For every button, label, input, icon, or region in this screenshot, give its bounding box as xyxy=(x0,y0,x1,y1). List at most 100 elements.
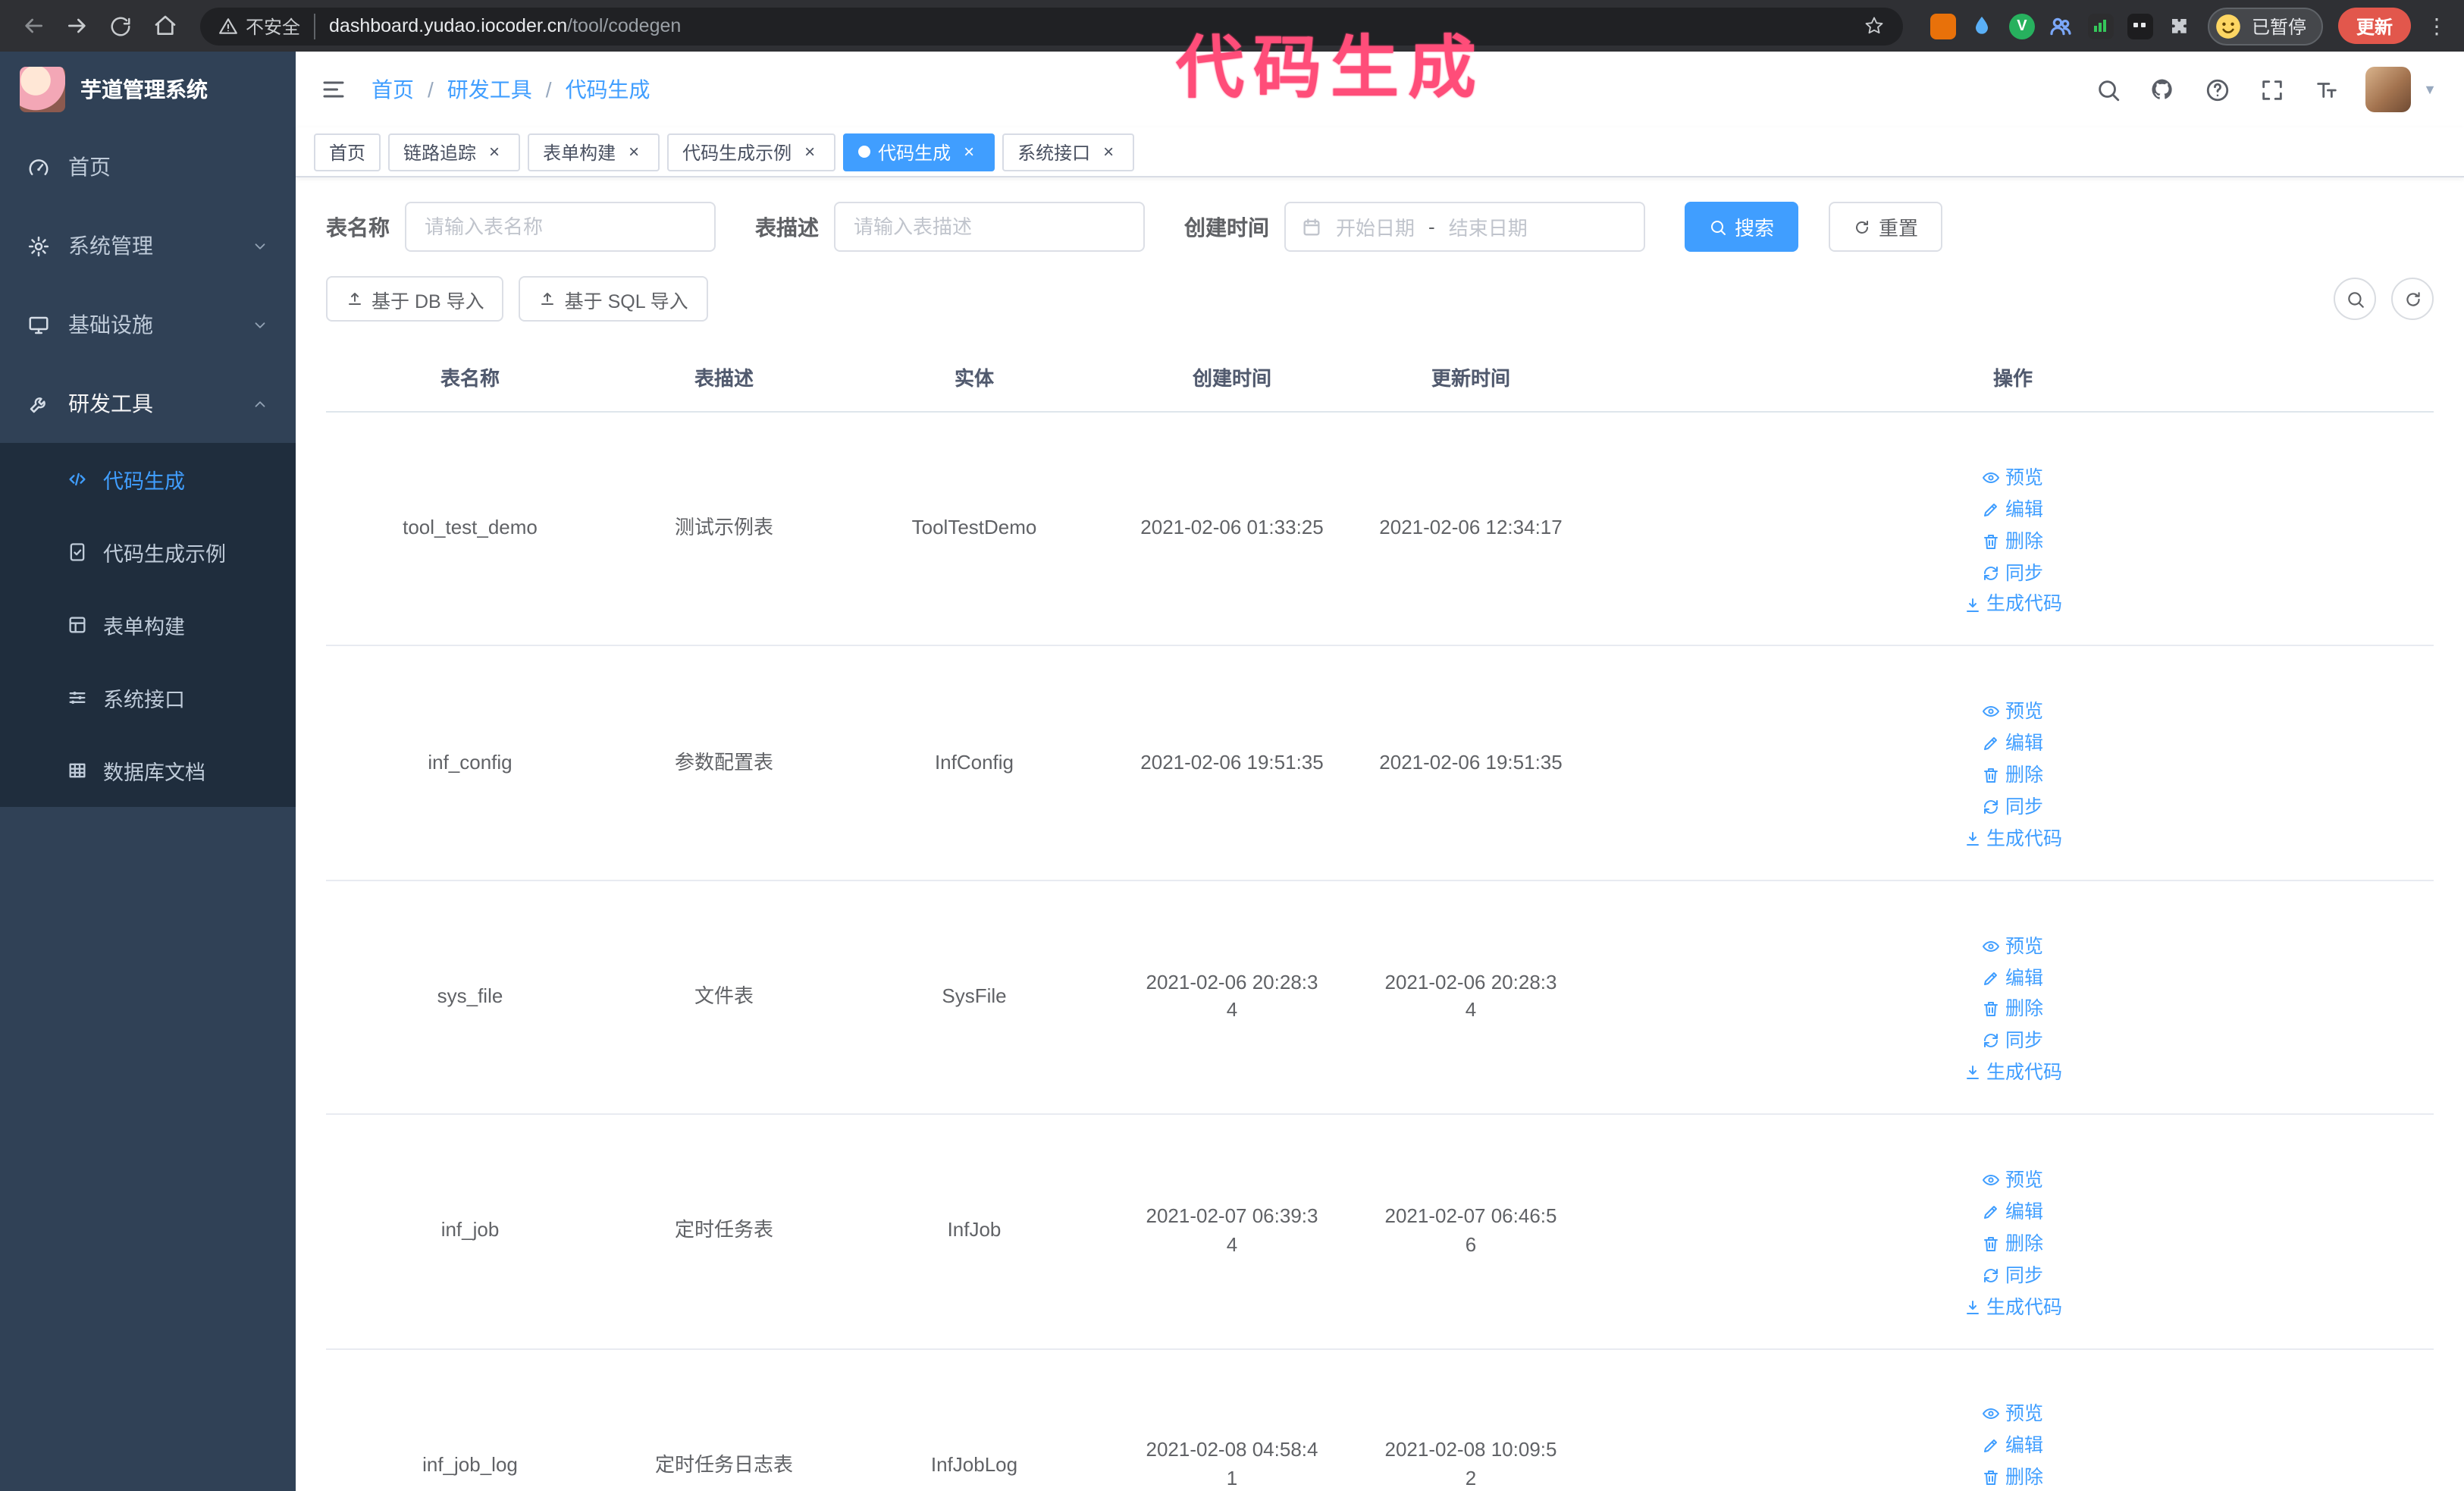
preview-link[interactable]: 预览 xyxy=(1983,1166,2043,1194)
avatar-caret-icon[interactable]: ▼ xyxy=(2417,82,2443,97)
browser-back-icon[interactable] xyxy=(12,5,53,46)
preview-link[interactable]: 预览 xyxy=(1983,932,2043,959)
delete-link[interactable]: 删除 xyxy=(1983,996,2043,1023)
breadcrumb: 首页 / 研发工具 / 代码生成 xyxy=(371,74,650,105)
table-desc-input[interactable] xyxy=(834,202,1145,252)
sidebar-item-label: 系统接口 xyxy=(103,689,185,711)
user-avatar[interactable] xyxy=(2365,67,2412,112)
preview-link[interactable]: 预览 xyxy=(1983,464,2043,491)
sidebar-item-infra[interactable]: 基础设施 xyxy=(0,285,296,364)
sidebar-item-codegen-example[interactable]: 代码生成示例 xyxy=(0,516,296,589)
help-icon[interactable] xyxy=(2193,65,2241,114)
sync-link[interactable]: 同步 xyxy=(1983,1028,2043,1055)
extension-icon-people[interactable] xyxy=(2049,13,2074,39)
reset-button[interactable]: 重置 xyxy=(1829,202,1943,252)
edit-link[interactable]: 编辑 xyxy=(1983,730,2043,757)
tab-home[interactable]: 首页 xyxy=(314,133,381,171)
extension-icon-chart[interactable] xyxy=(2087,13,2114,39)
sidebar-item-db-doc[interactable]: 数据库文档 xyxy=(0,734,296,807)
delete-link[interactable]: 删除 xyxy=(1983,527,2043,554)
toggle-search-button[interactable] xyxy=(2334,278,2376,320)
extensions-puzzle-icon[interactable] xyxy=(2167,13,2193,39)
sync-link[interactable]: 同步 xyxy=(1983,1261,2043,1289)
close-tab-icon[interactable]: × xyxy=(484,141,505,162)
extension-icon-orange[interactable] xyxy=(1930,13,1956,39)
security-warning[interactable]: 不安全 xyxy=(218,13,316,39)
generate-code-link[interactable]: 生成代码 xyxy=(1964,1293,2062,1320)
import-db-button[interactable]: 基于 DB 导入 xyxy=(326,276,504,322)
search-icon[interactable] xyxy=(2083,65,2132,114)
tab-tracing[interactable]: 链路追踪 × xyxy=(388,133,521,171)
import-sql-button[interactable]: 基于 SQL 导入 xyxy=(519,276,708,322)
close-tab-icon[interactable]: × xyxy=(623,141,644,162)
action-label: 编辑 xyxy=(2005,498,2043,520)
end-date-placeholder[interactable]: 结束日期 xyxy=(1449,212,1528,241)
font-size-icon[interactable] xyxy=(2302,65,2350,114)
edit-link[interactable]: 编辑 xyxy=(1983,1433,2043,1460)
tab-system-api[interactable]: 系统接口 × xyxy=(1002,133,1135,171)
browser-update-button[interactable]: 更新 xyxy=(2337,8,2411,44)
action-label: 生成代码 xyxy=(1986,1062,2062,1084)
generate-code-link[interactable]: 生成代码 xyxy=(1964,825,2062,852)
date-range-picker[interactable]: 开始日期 - 结束日期 xyxy=(1284,202,1645,252)
sidebar-item-devtools[interactable]: 研发工具 xyxy=(0,364,296,443)
generate-code-link[interactable]: 生成代码 xyxy=(1964,591,2062,618)
field-table-desc: 表描述 xyxy=(755,202,1145,252)
sidebar-item-system[interactable]: 系统管理 xyxy=(0,206,296,285)
tab-codegen[interactable]: 代码生成 × xyxy=(843,133,995,171)
warning-icon xyxy=(218,16,238,36)
table-row: inf_job 定时任务表 InfJob 2021-02-07 06:39:3 … xyxy=(326,1114,2434,1350)
github-icon[interactable] xyxy=(2138,65,2187,114)
column-entity: 实体 xyxy=(834,343,1114,413)
sync-link[interactable]: 同步 xyxy=(1983,559,2043,586)
extension-icon-droplet[interactable] xyxy=(1970,13,1995,39)
fullscreen-icon[interactable] xyxy=(2247,65,2296,114)
search-button[interactable]: 搜索 xyxy=(1685,202,1799,252)
extension-icon-v[interactable]: V xyxy=(2008,13,2035,39)
bookmark-star-icon[interactable] xyxy=(1854,14,1894,38)
tab-form-builder[interactable]: 表单构建 × xyxy=(528,133,660,171)
breadcrumb-devtools[interactable]: 研发工具 xyxy=(447,74,532,105)
action-label: 删除 xyxy=(2005,530,2043,552)
hamburger-icon[interactable] xyxy=(296,52,371,127)
edit-link[interactable]: 编辑 xyxy=(1983,1198,2043,1226)
action-label: 同步 xyxy=(2005,562,2043,584)
sidebar-item-codegen[interactable]: 代码生成 xyxy=(0,443,296,516)
tab-codegen-example[interactable]: 代码生成示例 × xyxy=(667,133,836,171)
delete-link[interactable]: 删除 xyxy=(1983,1230,2043,1257)
generate-code-link[interactable]: 生成代码 xyxy=(1964,1059,2062,1086)
pencil-icon xyxy=(1983,734,2001,752)
cell-update-time: 2021-02-07 06:46:5 6 xyxy=(1350,1114,1592,1350)
profile-badge-label: 已暂停 xyxy=(2251,16,2306,37)
address-bar[interactable]: 不安全 dashboard.yudao.iocoder.cn /tool/cod… xyxy=(200,7,1903,45)
download-icon xyxy=(1964,830,1982,848)
browser-home-icon[interactable] xyxy=(144,5,185,46)
browser-menu-icon[interactable]: ⋮ xyxy=(2414,13,2452,39)
breadcrumb-home[interactable]: 首页 xyxy=(371,74,414,105)
sidebar-item-home[interactable]: 首页 xyxy=(0,127,296,206)
sidebar-item-system-api[interactable]: 系统接口 xyxy=(0,661,296,734)
table-name-input[interactable] xyxy=(405,202,716,252)
refresh-table-button[interactable] xyxy=(2391,278,2434,320)
edit-link[interactable]: 编辑 xyxy=(1983,496,2043,523)
delete-link[interactable]: 删除 xyxy=(1983,761,2043,789)
extension-icon-monkey[interactable] xyxy=(2127,13,2153,39)
sidebar-item-form-builder[interactable]: 表单构建 xyxy=(0,589,296,661)
browser-profile-chip[interactable]: 已暂停 xyxy=(2207,7,2323,45)
cell-create-time: 2021-02-08 04:58:4 1 xyxy=(1114,1348,1350,1491)
sync-icon xyxy=(1983,563,2001,582)
close-tab-icon[interactable]: × xyxy=(1098,141,1119,162)
cell-table-desc: 参数配置表 xyxy=(614,645,834,881)
action-label: 删除 xyxy=(2005,998,2043,1020)
preview-link[interactable]: 预览 xyxy=(1983,1401,2043,1428)
start-date-placeholder[interactable]: 开始日期 xyxy=(1336,212,1415,241)
table-header: 表名称 表描述 实体 创建时间 更新时间 操作 xyxy=(326,343,2434,413)
close-tab-icon[interactable]: × xyxy=(958,141,980,162)
sync-link[interactable]: 同步 xyxy=(1983,793,2043,821)
close-tab-icon[interactable]: × xyxy=(799,141,820,162)
delete-link[interactable]: 删除 xyxy=(1983,1464,2043,1491)
edit-link[interactable]: 编辑 xyxy=(1983,964,2043,991)
browser-forward-icon[interactable] xyxy=(56,5,97,46)
browser-reload-icon[interactable] xyxy=(100,5,141,46)
preview-link[interactable]: 预览 xyxy=(1983,698,2043,725)
